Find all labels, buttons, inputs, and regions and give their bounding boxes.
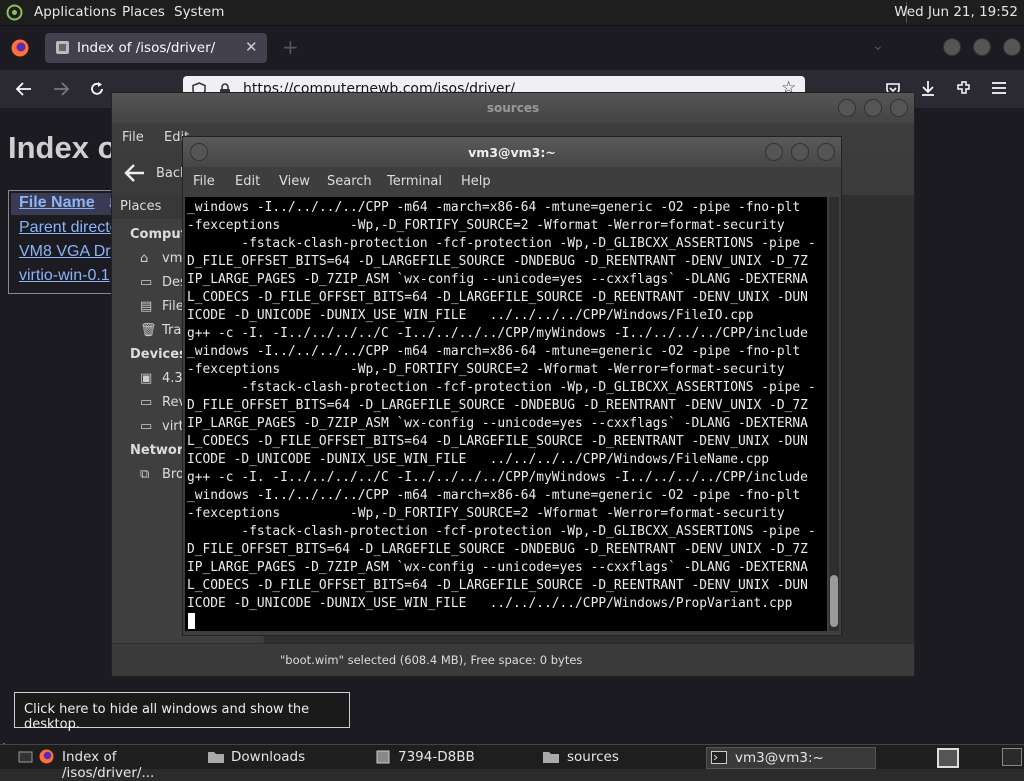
new-tab-icon[interactable]: +: [282, 35, 299, 59]
taskbar-label-downloads: Downloads: [231, 749, 306, 765]
workspace-switcher-2[interactable]: [1002, 748, 1022, 766]
top-panel: Applications Places System Wed Jun 21, 1…: [0, 0, 1024, 26]
back-arrow-icon[interactable]: [15, 81, 33, 97]
sidebar-item-device-1[interactable]: 4.3: [162, 371, 183, 386]
home-folder-icon: ⌂: [140, 251, 149, 266]
network-icon: ⧉: [140, 467, 150, 482]
fm-close-button[interactable]: [890, 99, 908, 117]
taskbar-item-firefox[interactable]: Index of /isos/driver/...: [38, 747, 200, 781]
terminal-menu-search[interactable]: Search: [327, 174, 372, 189]
file-manager-titlebar[interactable]: sources: [112, 93, 914, 123]
downloads-icon[interactable]: [919, 79, 937, 97]
file-manager-title: sources: [486, 101, 540, 115]
terminal-output: _windows -I../../../../CPP -m64 -march=x…: [187, 200, 816, 611]
browser-tab[interactable]: Index of /isos/driver/ ✕: [45, 33, 267, 63]
taskbar-label-terminal: vm3@vm3:~: [735, 750, 824, 766]
clock[interactable]: Wed Jun 21, 19:52: [894, 4, 1018, 20]
sidebar-header-label: Places: [120, 199, 162, 214]
terminal-cursor: [188, 613, 195, 629]
window-minimize-button[interactable]: [943, 38, 961, 56]
fm-minimize-button[interactable]: [838, 99, 856, 117]
hamburger-menu-icon[interactable]: [991, 81, 1007, 95]
window-close-button[interactable]: [1003, 38, 1021, 56]
menu-system[interactable]: System: [174, 4, 224, 20]
cdrom-icon: ▭: [140, 395, 153, 410]
taskbar-label-sources: sources: [567, 749, 619, 765]
file-manager-statusbar: "boot.wim" selected (608.4 MB), Free spa…: [112, 643, 914, 676]
taskbar-item-downloads[interactable]: Downloads: [206, 747, 366, 767]
window-maximize-button[interactable]: [973, 38, 991, 56]
terminal-close-button[interactable]: [817, 143, 835, 161]
page-heading: Index o: [8, 130, 117, 165]
taskbar-sources-folder-icon: [543, 752, 559, 763]
tab-title: Index of /isos/driver/: [77, 40, 216, 56]
desktop-icon: ▭: [140, 275, 153, 290]
terminal-title: vm3@vm3:~: [468, 145, 556, 160]
terminal-scrollbar-thumb[interactable]: [830, 575, 838, 627]
taskbar-label-firefox: Index of /isos/driver/...: [62, 749, 155, 781]
terminal-menu-view[interactable]: View: [279, 174, 310, 189]
drive-icon: ▣: [140, 371, 153, 386]
trash-icon: 🗑: [140, 323, 157, 338]
taskbar-item-drive[interactable]: 7394-D8BB: [374, 747, 534, 767]
fm-maximize-button[interactable]: [864, 99, 882, 117]
show-desktop-icon[interactable]: [18, 749, 33, 764]
taskbar-terminal-icon: [711, 751, 727, 764]
show-desktop-tooltip-text: Click here to hide all windows and show …: [24, 702, 310, 732]
terminal-menu-file[interactable]: File: [193, 174, 215, 189]
terminal-menu-terminal[interactable]: Terminal: [387, 174, 442, 189]
terminal-window: vm3@vm3:~ File Edit View Search Terminal…: [182, 136, 842, 636]
filesystem-icon: ▤: [140, 299, 153, 314]
show-desktop-tooltip[interactable]: Click here to hide all windows and show …: [14, 692, 350, 732]
virtio-drive-icon: ▭: [140, 419, 153, 434]
terminal-scrollbar[interactable]: [829, 197, 839, 631]
page-favicon-icon: [56, 41, 69, 54]
taskbar-firefox-icon: [39, 749, 54, 764]
menu-applications[interactable]: Applications: [34, 4, 116, 20]
workspace-switcher-1[interactable]: [937, 748, 959, 768]
terminal-menubar: File Edit View Search Terminal Help: [183, 167, 841, 197]
tab-close-icon[interactable]: ✕: [245, 38, 258, 56]
terminal-menu-edit[interactable]: Edit: [235, 174, 260, 189]
terminal-maximize-button[interactable]: [791, 143, 809, 161]
taskbar-drive-icon: [376, 750, 390, 764]
fm-status-text: "boot.wim" selected (608.4 MB), Free spa…: [280, 653, 583, 667]
sidebar-item-device-3[interactable]: virt: [162, 419, 184, 434]
column-filename-link[interactable]: File Name: [19, 194, 95, 212]
taskbar-folder-icon: [208, 752, 224, 763]
terminal-screen[interactable]: _windows -I../../../../CPP -m64 -march=x…: [185, 197, 827, 631]
firefox-icon: [11, 39, 29, 57]
terminal-minimize-button[interactable]: [765, 143, 783, 161]
menu-places[interactable]: Places: [122, 4, 165, 20]
fm-menu-file[interactable]: File: [122, 130, 144, 145]
sidebar-section-devices: Devices: [130, 347, 187, 362]
row-link-vm8[interactable]: VM8 VGA Dr: [19, 243, 111, 261]
distro-logo-icon[interactable]: [6, 4, 23, 21]
extensions-icon[interactable]: [955, 79, 973, 97]
terminal-menu-help[interactable]: Help: [461, 174, 491, 189]
taskbar-label-drive: 7394-D8BB: [398, 749, 475, 765]
reload-icon[interactable]: [88, 80, 106, 98]
forward-arrow-icon[interactable]: [52, 81, 70, 97]
row-link-virtio[interactable]: virtio-win-0.1: [19, 267, 110, 285]
fm-back-icon[interactable]: [124, 163, 146, 183]
tab-list-chevron-icon[interactable]: ⌄: [872, 38, 884, 54]
terminal-titlebar[interactable]: vm3@vm3:~: [183, 137, 841, 167]
bottom-taskbar: Index of /isos/driver/... Downloads 7394…: [0, 744, 1024, 781]
taskbar-item-sources[interactable]: sources: [541, 747, 701, 767]
taskbar-item-terminal[interactable]: vm3@vm3:~: [706, 747, 876, 769]
